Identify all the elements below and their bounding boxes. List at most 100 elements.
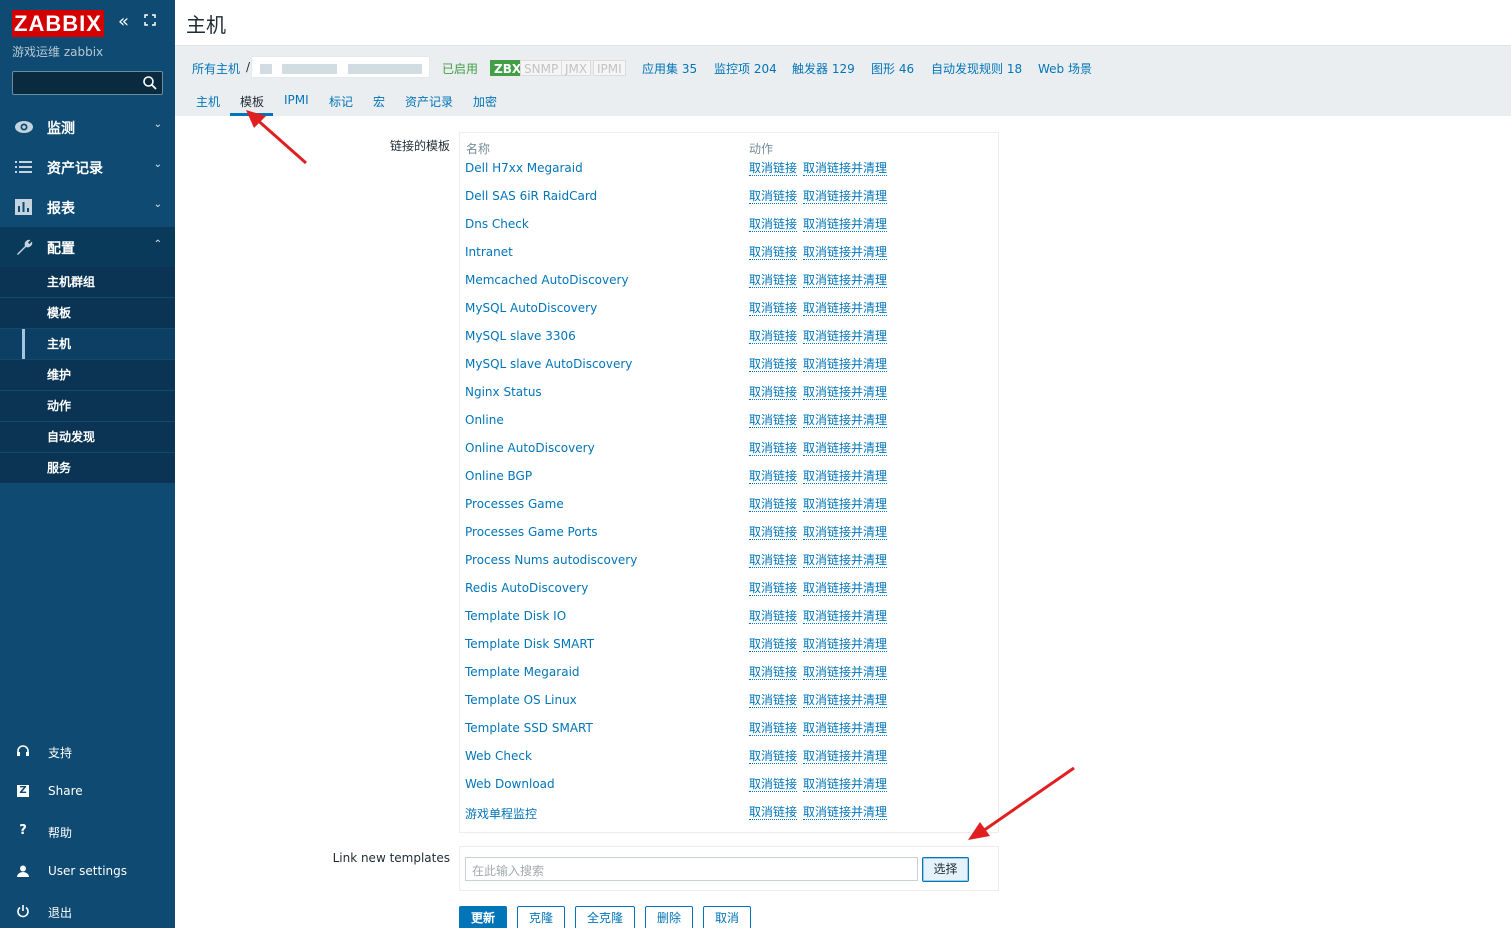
- template-name-link[interactable]: Intranet: [465, 245, 513, 259]
- menu-monitoring[interactable]: 监测 ⌄: [0, 107, 175, 147]
- unlink-and-clear-link[interactable]: 取消链接并清理: [803, 329, 888, 344]
- unlink-and-clear-link[interactable]: 取消链接并清理: [803, 665, 888, 680]
- unlink-link[interactable]: 取消链接: [749, 301, 798, 316]
- unlink-and-clear-link[interactable]: 取消链接并清理: [803, 217, 888, 232]
- update-button[interactable]: 更新: [459, 906, 507, 928]
- unlink-link[interactable]: 取消链接: [749, 273, 798, 288]
- template-name-link[interactable]: MySQL AutoDiscovery: [465, 301, 597, 315]
- unlink-link[interactable]: 取消链接: [749, 609, 798, 624]
- template-name-link[interactable]: Dns Check: [465, 217, 529, 231]
- unlink-and-clear-link[interactable]: 取消链接并清理: [803, 385, 888, 400]
- unlink-and-clear-link[interactable]: 取消链接并清理: [803, 693, 888, 708]
- full-clone-button[interactable]: 全克隆: [575, 906, 635, 928]
- unlink-and-clear-link[interactable]: 取消链接并清理: [803, 469, 888, 484]
- unlink-link[interactable]: 取消链接: [749, 581, 798, 596]
- applications-link[interactable]: 应用集 35: [642, 60, 697, 77]
- unlink-and-clear-link[interactable]: 取消链接并清理: [803, 581, 888, 596]
- template-name-link[interactable]: Dell H7xx Megaraid: [465, 161, 583, 175]
- template-name-link[interactable]: Template Megaraid: [465, 665, 580, 679]
- template-name-link[interactable]: Online: [465, 413, 504, 427]
- zabbix-logo[interactable]: ZABBIX: [12, 10, 104, 37]
- support-link[interactable]: 支持: [0, 737, 175, 767]
- select-button[interactable]: 选择: [922, 857, 969, 882]
- tab-tags[interactable]: 标记: [329, 93, 353, 110]
- unlink-link[interactable]: 取消链接: [749, 525, 798, 540]
- unlink-link[interactable]: 取消链接: [749, 749, 798, 764]
- clone-button[interactable]: 克隆: [517, 906, 565, 928]
- unlink-and-clear-link[interactable]: 取消链接并清理: [803, 553, 888, 568]
- all-hosts-link[interactable]: 所有主机: [192, 60, 240, 77]
- discovery-rules-link[interactable]: 自动发现规则 18: [931, 60, 1022, 77]
- template-name-link[interactable]: Web Check: [465, 749, 532, 763]
- unlink-link[interactable]: 取消链接: [749, 637, 798, 652]
- unlink-and-clear-link[interactable]: 取消链接并清理: [803, 749, 888, 764]
- template-name-link[interactable]: MySQL slave AutoDiscovery: [465, 357, 632, 371]
- unlink-and-clear-link[interactable]: 取消链接并清理: [803, 273, 888, 288]
- unlink-link[interactable]: 取消链接: [749, 329, 798, 344]
- submenu-host-groups[interactable]: 主机群组: [0, 267, 175, 298]
- unlink-and-clear-link[interactable]: 取消链接并清理: [803, 637, 888, 652]
- signout-link[interactable]: 退出: [0, 897, 175, 927]
- template-name-link[interactable]: Dell SAS 6iR RaidCard: [465, 189, 597, 203]
- unlink-and-clear-link[interactable]: 取消链接并清理: [803, 441, 888, 456]
- unlink-link[interactable]: 取消链接: [749, 497, 798, 512]
- tab-inventory[interactable]: 资产记录: [405, 93, 453, 110]
- submenu-maintenance[interactable]: 维护: [0, 360, 175, 391]
- host-status[interactable]: 已启用: [442, 60, 478, 77]
- graphs-link[interactable]: 图形 46: [871, 60, 914, 77]
- unlink-and-clear-link[interactable]: 取消链接并清理: [803, 805, 888, 820]
- unlink-link[interactable]: 取消链接: [749, 777, 798, 792]
- unlink-link[interactable]: 取消链接: [749, 805, 798, 820]
- unlink-and-clear-link[interactable]: 取消链接并清理: [803, 525, 888, 540]
- unlink-and-clear-link[interactable]: 取消链接并清理: [803, 721, 888, 736]
- template-name-link[interactable]: Online BGP: [465, 469, 532, 483]
- unlink-and-clear-link[interactable]: 取消链接并清理: [803, 357, 888, 372]
- unlink-link[interactable]: 取消链接: [749, 721, 798, 736]
- template-name-link[interactable]: 游戏单程监控: [465, 805, 537, 822]
- tab-macros[interactable]: 宏: [373, 93, 385, 110]
- unlink-and-clear-link[interactable]: 取消链接并清理: [803, 161, 888, 176]
- submenu-hosts[interactable]: 主机: [0, 329, 175, 360]
- template-name-link[interactable]: Processes Game Ports: [465, 525, 598, 539]
- template-name-link[interactable]: Process Nums autodiscovery: [465, 553, 637, 567]
- unlink-link[interactable]: 取消链接: [749, 189, 798, 204]
- collapse-sidebar-icon[interactable]: «: [118, 12, 129, 32]
- unlink-link[interactable]: 取消链接: [749, 469, 798, 484]
- sidebar-search-input[interactable]: [12, 71, 163, 95]
- menu-reports[interactable]: 报表 ⌄: [0, 187, 175, 227]
- template-name-link[interactable]: MySQL slave 3306: [465, 329, 576, 343]
- search-icon[interactable]: [142, 75, 158, 91]
- unlink-link[interactable]: 取消链接: [749, 161, 798, 176]
- template-name-link[interactable]: Template SSD SMART: [465, 721, 593, 735]
- unlink-and-clear-link[interactable]: 取消链接并清理: [803, 189, 888, 204]
- template-name-link[interactable]: Template Disk IO: [465, 609, 566, 623]
- template-name-link[interactable]: Online AutoDiscovery: [465, 441, 595, 455]
- user-settings-link[interactable]: User settings: [0, 857, 175, 887]
- items-link[interactable]: 监控项 204: [714, 60, 777, 77]
- unlink-link[interactable]: 取消链接: [749, 245, 798, 260]
- template-name-link[interactable]: Redis AutoDiscovery: [465, 581, 588, 595]
- triggers-link[interactable]: 触发器 129: [792, 60, 855, 77]
- delete-button[interactable]: 删除: [645, 906, 693, 928]
- template-name-link[interactable]: Template OS Linux: [465, 693, 577, 707]
- unlink-link[interactable]: 取消链接: [749, 693, 798, 708]
- template-name-link[interactable]: Nginx Status: [465, 385, 542, 399]
- share-link[interactable]: Z Share: [0, 777, 175, 807]
- unlink-link[interactable]: 取消链接: [749, 413, 798, 428]
- template-name-link[interactable]: Web Download: [465, 777, 555, 791]
- web-scenarios-link[interactable]: Web 场景: [1038, 60, 1092, 77]
- kiosk-mode-icon[interactable]: [144, 14, 156, 26]
- template-search-input[interactable]: 在此输入搜索: [465, 857, 918, 881]
- tab-encryption[interactable]: 加密: [473, 93, 497, 110]
- unlink-link[interactable]: 取消链接: [749, 665, 798, 680]
- unlink-and-clear-link[interactable]: 取消链接并清理: [803, 777, 888, 792]
- submenu-templates[interactable]: 模板: [0, 298, 175, 329]
- submenu-discovery[interactable]: 自动发现: [0, 422, 175, 453]
- unlink-link[interactable]: 取消链接: [749, 441, 798, 456]
- unlink-and-clear-link[interactable]: 取消链接并清理: [803, 413, 888, 428]
- menu-inventory[interactable]: 资产记录 ⌄: [0, 147, 175, 187]
- template-name-link[interactable]: Memcached AutoDiscovery: [465, 273, 629, 287]
- template-name-link[interactable]: Template Disk SMART: [465, 637, 594, 651]
- unlink-and-clear-link[interactable]: 取消链接并清理: [803, 301, 888, 316]
- unlink-link[interactable]: 取消链接: [749, 217, 798, 232]
